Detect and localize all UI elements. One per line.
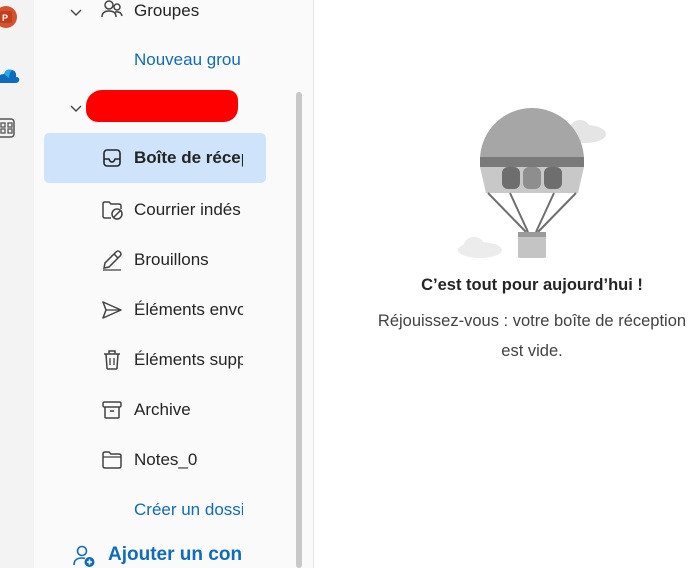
folder-label: Éléments envo (134, 300, 243, 319)
archive-icon (102, 401, 122, 419)
powerpoint-icon[interactable]: P (0, 4, 18, 35)
empty-state-subtitle: Réjouissez-vous : votre boîte de récepti… (314, 306, 692, 366)
folder-pane: Groupes Nouveau grou Boîte de récep Cour… (34, 0, 314, 568)
inbox-icon (103, 149, 121, 167)
folder-label: Éléments supp (134, 350, 243, 369)
svg-text:P: P (2, 13, 8, 23)
create-folder-label: Créer un dossi (134, 500, 243, 519)
folder-label: Notes_0 (134, 450, 198, 469)
folder-deleted[interactable]: Éléments supp (34, 335, 274, 385)
folder-sent[interactable]: Éléments envo (34, 285, 274, 335)
new-group-link[interactable]: Nouveau grou (34, 35, 274, 85)
more-apps-icon[interactable] (0, 117, 16, 144)
app-rail: P (0, 0, 34, 568)
drafts-pen-icon (103, 250, 122, 271)
people-group-icon (101, 0, 123, 18)
groups-header-label: Groupes (134, 1, 200, 20)
folder-label: Courrier indés (134, 200, 241, 219)
new-group-label: Nouveau grou (134, 50, 241, 69)
folder-label: Brouillons (134, 250, 209, 269)
folder-icon (102, 451, 122, 469)
empty-state-subtitle-line2: est vide. (501, 342, 563, 360)
empty-state-title: C’est tout pour aujourd’hui ! (421, 276, 643, 294)
folder-pane-scrollbar[interactable] (296, 92, 302, 568)
folder-junk[interactable]: Courrier indés (34, 185, 274, 235)
folder-inbox[interactable]: Boîte de récep (44, 133, 266, 183)
sent-icon (102, 301, 122, 319)
junk-folder-icon (102, 201, 123, 220)
folder-archive[interactable]: Archive (34, 385, 274, 435)
onedrive-icon[interactable] (0, 64, 20, 91)
trash-icon (104, 350, 120, 370)
add-account-label: Ajouter un con (108, 544, 242, 565)
redacted-account-name (86, 90, 238, 122)
folder-label: Boîte de récep (134, 148, 243, 167)
folder-drafts[interactable]: Brouillons (34, 235, 274, 285)
folder-label: Archive (134, 400, 191, 419)
chevron-down-icon[interactable] (68, 4, 84, 20)
chevron-down-icon[interactable] (68, 100, 84, 116)
groups-header[interactable]: Groupes (34, 0, 274, 36)
create-folder-link[interactable]: Créer un dossi (34, 485, 274, 535)
empty-inbox-panel: C’est tout pour aujourd’hui ! Réjouissez… (314, 0, 692, 568)
hot-air-balloon-illustration (458, 108, 606, 258)
folder-notes[interactable]: Notes_0 (34, 435, 274, 485)
add-person-icon (73, 545, 95, 567)
empty-state-subtitle-line1: Réjouissez-vous : votre boîte de récepti… (377, 312, 687, 330)
